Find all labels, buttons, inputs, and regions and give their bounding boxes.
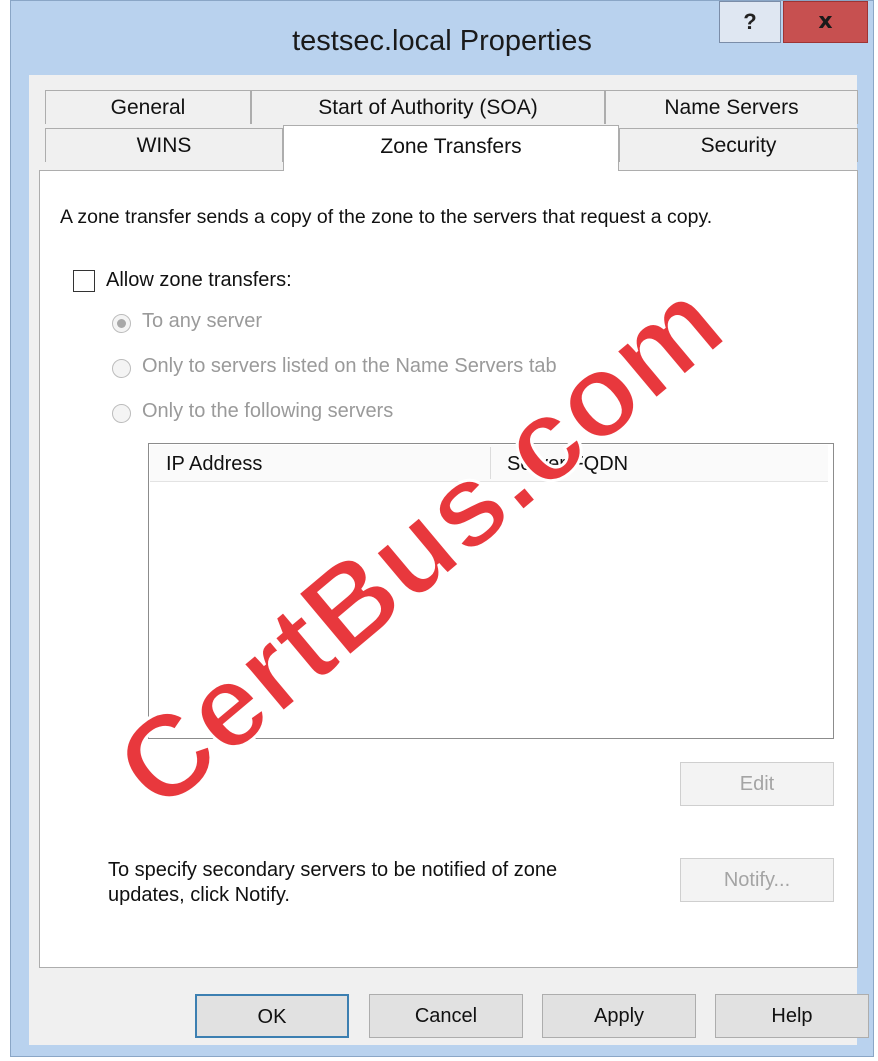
help-button[interactable]: Help [715, 994, 869, 1038]
properties-dialog: testsec.local Properties ? x General Sta… [10, 0, 874, 1057]
notify-instructions-line2: updates, click Notify. [108, 884, 290, 906]
help-icon[interactable]: ? [719, 1, 781, 43]
allow-zone-transfers-label: Allow zone transfers: [106, 269, 292, 291]
radio-following-servers[interactable] [112, 404, 131, 423]
ok-button[interactable]: OK [195, 994, 349, 1038]
dialog-client-area: General Start of Authority (SOA) Name Se… [29, 75, 869, 1045]
cancel-button[interactable]: Cancel [369, 994, 523, 1038]
column-server-fqdn[interactable]: Server FQDN [491, 445, 828, 481]
servers-list[interactable]: IP Address Server FQDN [148, 443, 834, 739]
radio-selected-dot [117, 319, 126, 328]
column-ip-address[interactable]: IP Address [150, 445, 490, 481]
zone-transfer-description: A zone transfer sends a copy of the zone… [60, 206, 713, 228]
apply-button[interactable]: Apply [542, 994, 696, 1038]
radio-following-servers-label: Only to the following servers [142, 400, 394, 422]
servers-list-header: IP Address Server FQDN [150, 445, 828, 482]
close-icon[interactable]: x [783, 1, 868, 43]
tab-name-servers[interactable]: Name Servers [605, 90, 858, 124]
tab-security[interactable]: Security [619, 128, 858, 162]
radio-name-servers-tab-label: Only to servers listed on the Name Serve… [142, 355, 557, 377]
radio-to-any-server[interactable] [112, 314, 131, 333]
tab-zone-transfers[interactable]: Zone Transfers [283, 125, 619, 171]
notify-button[interactable]: Notify... [680, 858, 834, 902]
tab-start-of-authority[interactable]: Start of Authority (SOA) [251, 90, 605, 124]
title-bar[interactable]: testsec.local Properties ? x [11, 1, 873, 75]
tab-general[interactable]: General [45, 90, 251, 124]
tab-wins[interactable]: WINS [45, 128, 283, 162]
allow-zone-transfers-checkbox[interactable] [73, 270, 95, 292]
notify-instructions-line1: To specify secondary servers to be notif… [108, 859, 558, 881]
radio-to-any-server-label: To any server [142, 310, 263, 332]
radio-name-servers-tab[interactable] [112, 359, 131, 378]
edit-button[interactable]: Edit [680, 762, 834, 806]
zone-transfers-panel: A zone transfer sends a copy of the zone… [39, 170, 858, 968]
